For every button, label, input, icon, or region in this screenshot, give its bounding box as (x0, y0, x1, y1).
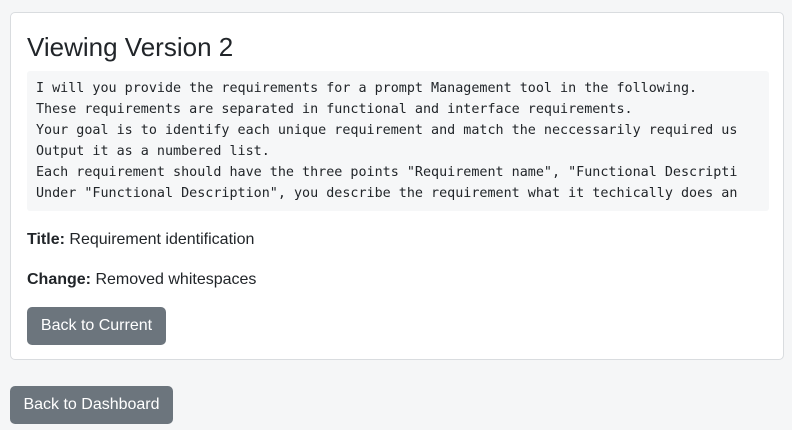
prompt-line: I will you provide the requirements for … (36, 81, 698, 96)
page-title: Viewing Version 2 (27, 32, 234, 62)
version-card: Viewing Version 2 I will you provide the… (10, 12, 784, 360)
prompt-line: Under "Functional Description", you desc… (36, 186, 738, 201)
version-title-row: Title: Requirement identification (27, 230, 254, 250)
version-title-label: Title: (27, 231, 65, 248)
version-change-row: Change: Removed whitespaces (27, 270, 256, 290)
prompt-line: Your goal is to identify each unique req… (36, 123, 738, 138)
prompt-line: These requirements are separated in func… (36, 102, 633, 117)
prompt-line: Each requirement should have the three p… (36, 165, 738, 180)
prompt-content-block: I will you provide the requirements for … (27, 71, 769, 211)
version-change-label: Change: (27, 271, 91, 288)
prompt-line: Output it as a numbered list. (36, 144, 270, 159)
back-to-current-button[interactable]: Back to Current (27, 307, 166, 345)
version-title-value: Requirement identification (64, 231, 255, 248)
version-change-value: Removed whitespaces (91, 271, 257, 288)
back-to-dashboard-button[interactable]: Back to Dashboard (10, 386, 173, 424)
